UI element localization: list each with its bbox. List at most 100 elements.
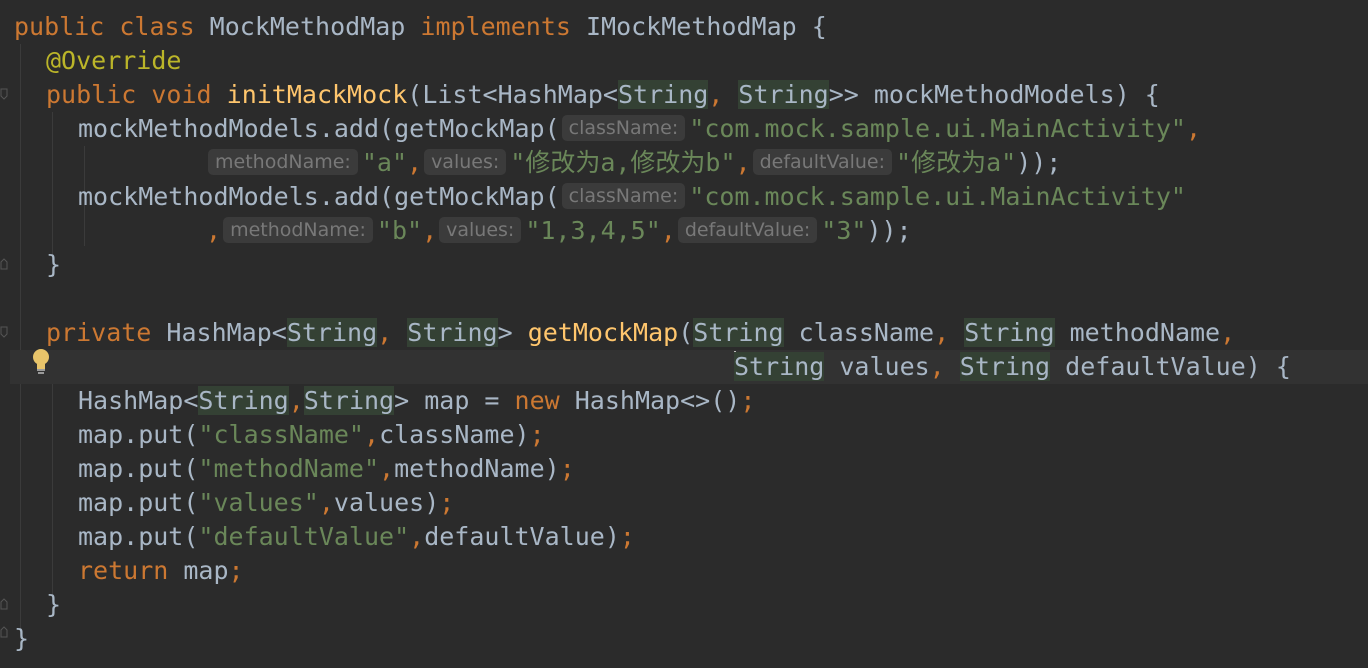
code-line[interactable]: mockMethodModels.add(getMockMap(classNam… [78, 180, 1186, 214]
punctuation: , [1220, 318, 1236, 347]
type-string: String [738, 80, 829, 109]
code-line[interactable]: } [14, 622, 29, 656]
keyword: new [514, 386, 560, 415]
code-text: } [46, 250, 62, 279]
param-hint-defaultvalue: defaultValue: [752, 149, 893, 175]
code-text: >> mockMethodModels) { [828, 80, 1160, 109]
fold-icon[interactable] [0, 88, 8, 100]
code-text: )); [866, 216, 912, 245]
punctuation: , [318, 488, 334, 517]
interface-name: IMockMethodMap { [570, 12, 827, 41]
code-line[interactable]: @Override [46, 44, 181, 78]
code-text: } [46, 590, 62, 619]
punctuation: , [407, 148, 423, 177]
string-literal: "b" [376, 216, 423, 245]
code-line[interactable]: private HashMap<String, String> getMockM… [46, 316, 1235, 350]
fold-icon[interactable] [0, 598, 8, 610]
code-text: defaultValue) { [1050, 352, 1291, 381]
param-hint-classname: className: [561, 115, 686, 141]
keyword: private [46, 318, 152, 347]
string-literal: "values" [198, 488, 319, 517]
punctuation: , [1185, 114, 1202, 143]
type-string: String [693, 318, 784, 347]
string-literal: "com.mock.sample.ui.MainActivity" [689, 114, 1186, 143]
annotation: @Override [46, 46, 182, 75]
code-text: HashMap<>() [559, 386, 741, 415]
code-text: )); [1016, 148, 1062, 177]
punctuation: ; [559, 454, 575, 483]
punctuation: ; [228, 556, 244, 585]
code-text: methodName [1054, 318, 1221, 347]
fold-icon[interactable] [0, 326, 8, 338]
code-text: map.put( [78, 488, 199, 517]
type-string: String [734, 352, 825, 381]
code-text: > map = [394, 386, 515, 415]
code-text: HashMap< [78, 386, 199, 415]
method-name: initMackMock [226, 80, 408, 109]
type-string: String [303, 386, 395, 415]
code-line[interactable]: methodName: "a", values: "修改为a,修改为b", defaul… [206, 146, 1061, 180]
code-line[interactable]: public class MockMethodMap implements IM… [14, 10, 827, 44]
keyword: public void [46, 80, 212, 109]
punctuation: , [364, 420, 380, 449]
param-hint-methodname: methodName: [223, 217, 373, 243]
code-line[interactable]: } [46, 248, 61, 282]
string-literal: "methodName" [198, 454, 380, 483]
code-editor[interactable]: public class MockMethodMap implements IM… [0, 0, 1368, 668]
type-string: String [617, 80, 709, 109]
code-text: map.put( [78, 454, 199, 483]
param-hint-values: values: [439, 217, 522, 243]
code-line[interactable]: return map; [78, 554, 244, 588]
punctuation: , [206, 216, 222, 245]
keyword: public class [14, 12, 195, 41]
indent-guide [52, 112, 53, 260]
code-text: } [14, 624, 30, 653]
code-text: HashMap< [151, 318, 287, 347]
type-string: String [407, 318, 498, 347]
code-line[interactable]: map.put("className",className); [78, 418, 545, 452]
keyword: implements [420, 12, 571, 41]
code-text: map [168, 556, 229, 585]
string-literal: "修改为a" [896, 148, 1017, 177]
code-text: mockMethodModels.add(getMockMap( [78, 114, 560, 143]
fold-icon[interactable] [0, 626, 8, 638]
code-text: ( [678, 318, 694, 347]
code-line[interactable]: mockMethodModels.add(getMockMap(classNam… [78, 112, 1201, 146]
code-line[interactable]: public void initMackMock(List<HashMap<St… [46, 78, 1160, 112]
punctuation: , [377, 318, 393, 347]
type-string: String [964, 318, 1055, 347]
punctuation: , [708, 80, 739, 109]
string-literal: "a" [361, 148, 407, 177]
type-string: String [959, 352, 1051, 381]
string-literal: "com.mock.sample.ui.MainActivity" [689, 182, 1186, 211]
code-line[interactable]: } [46, 588, 61, 622]
type-string: String [198, 386, 289, 415]
punctuation: , [735, 148, 751, 177]
code-line[interactable]: HashMap<String,String> map = new HashMap… [78, 384, 755, 418]
code-line[interactable]: , methodName: "b", values: "1,3,4,5", default… [206, 214, 912, 248]
string-literal: "1,3,4,5" [525, 216, 661, 245]
punctuation: , [929, 352, 945, 381]
fold-icon[interactable] [0, 258, 8, 270]
string-literal: "defaultValue" [198, 522, 410, 551]
code-line[interactable]: map.put("methodName",methodName); [78, 452, 575, 486]
string-literal: "修改为a,修改为b" [510, 148, 736, 177]
string-literal: "3" [821, 216, 867, 245]
code-line[interactable]: map.put("defaultValue",defaultValue); [78, 520, 635, 554]
type-string: String [286, 318, 378, 347]
punctuation: , [409, 522, 425, 551]
lightbulb-icon[interactable] [28, 346, 54, 376]
indent-guide [20, 44, 21, 634]
param-hint-classname: className: [561, 183, 686, 209]
param-hint-methodname: methodName: [208, 149, 358, 175]
code-line[interactable]: map.put("values",values); [78, 486, 454, 520]
code-line[interactable]: String values, String defaultValue) { [734, 350, 1291, 384]
code-text: > [497, 318, 528, 347]
class-name: MockMethodMap [194, 12, 421, 41]
code-text: className) [379, 420, 530, 449]
indent-guide [52, 384, 53, 600]
punctuation: ; [740, 386, 756, 415]
